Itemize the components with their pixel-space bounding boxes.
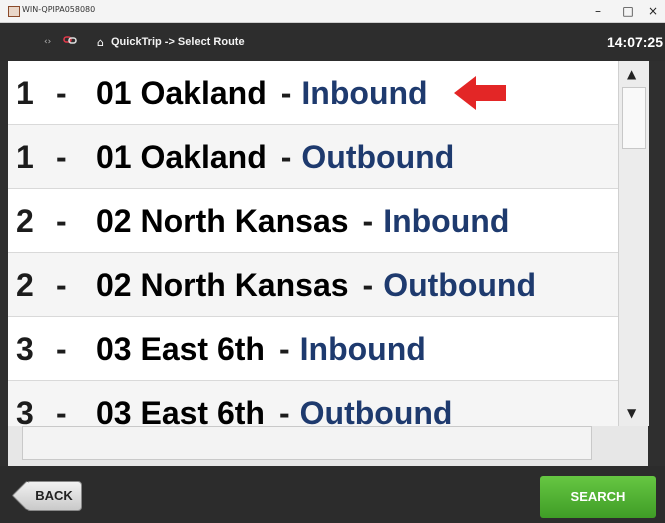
app-header: ‹› ⌂ QuickTrip -> Select Route 14:07:25 [0, 23, 665, 61]
route-dash: - [56, 75, 67, 111]
bottom-bar: BACK SEARCH [0, 466, 665, 523]
route-row[interactable]: 1 - 01 Oakland - Inbound [8, 61, 618, 125]
route-number: 3 [16, 331, 34, 367]
scroll-up-icon[interactable]: ▲ [627, 67, 636, 81]
route-row[interactable]: 3 - 03 East 6th - Outbound [8, 381, 618, 426]
clock: 14:07:25 [606, 34, 663, 50]
route-list-scrollbar[interactable]: ▲ ▼ [618, 61, 649, 426]
route-name: 01 Oakland [96, 75, 267, 111]
route-number: 1 [16, 75, 34, 111]
route-separator: - [362, 267, 374, 303]
route-dash: - [56, 331, 67, 367]
route-number: 2 [16, 203, 34, 239]
search-area [8, 426, 648, 466]
route-row[interactable]: 1 - 01 Oakland - Outbound [8, 125, 618, 189]
window-title: WIN-QPIPA058080 [22, 5, 96, 14]
route-dash: - [56, 203, 67, 239]
minimize-button[interactable]: – [585, 2, 611, 20]
route-row[interactable]: 3 - 03 East 6th - Inbound [8, 317, 618, 381]
route-direction: Inbound [299, 331, 426, 367]
route-list[interactable]: 1 - 01 Oakland - Inbound 1 - 01 Oakland - Ou… [8, 61, 618, 426]
route-row[interactable]: 2 - 02 North Kansas - Outbound [8, 253, 618, 317]
route-dash: - [56, 267, 67, 303]
route-name: 01 Oakland [96, 139, 267, 175]
route-number: 2 [16, 267, 34, 303]
route-number: 3 [16, 395, 34, 426]
back-button[interactable]: BACK [26, 481, 82, 511]
route-dash: - [56, 395, 67, 426]
route-separator: - [280, 75, 292, 111]
route-separator: - [280, 139, 292, 175]
route-direction: Outbound [383, 267, 537, 303]
route-row[interactable]: 2 - 02 North Kansas - Inbound [8, 189, 618, 253]
route-name: 03 East 6th [96, 395, 265, 426]
close-button[interactable]: × [640, 2, 665, 20]
breadcrumb: QuickTrip -> Select Route [111, 36, 245, 48]
maximize-button[interactable]: □ [615, 2, 641, 20]
route-separator: - [362, 203, 374, 239]
back-button-label: BACK [35, 488, 73, 503]
route-direction: Outbound [301, 139, 455, 175]
app-icon [8, 6, 20, 17]
route-name: 02 North Kansas [96, 267, 349, 303]
search-button[interactable]: SEARCH [540, 476, 656, 518]
route-name: 03 East 6th [96, 331, 265, 367]
route-direction: Inbound [301, 75, 428, 111]
arrow-left-icon [454, 75, 507, 110]
search-input[interactable] [22, 426, 592, 460]
route-separator: - [278, 331, 290, 367]
route-direction: Inbound [383, 203, 510, 239]
route-separator: - [278, 395, 290, 426]
route-name: 02 North Kansas [96, 203, 349, 239]
connection-status-icon: ‹› [44, 37, 52, 47]
window-title-bar: WIN-QPIPA058080 – □ × [0, 0, 665, 23]
route-number: 1 [16, 139, 34, 175]
scroll-thumb[interactable] [622, 87, 646, 149]
route-direction: Outbound [299, 395, 453, 426]
home-icon[interactable]: ⌂ [97, 36, 104, 49]
route-dash: - [56, 139, 67, 175]
link-status-icon [63, 36, 77, 44]
scroll-down-icon[interactable]: ▼ [627, 406, 636, 420]
